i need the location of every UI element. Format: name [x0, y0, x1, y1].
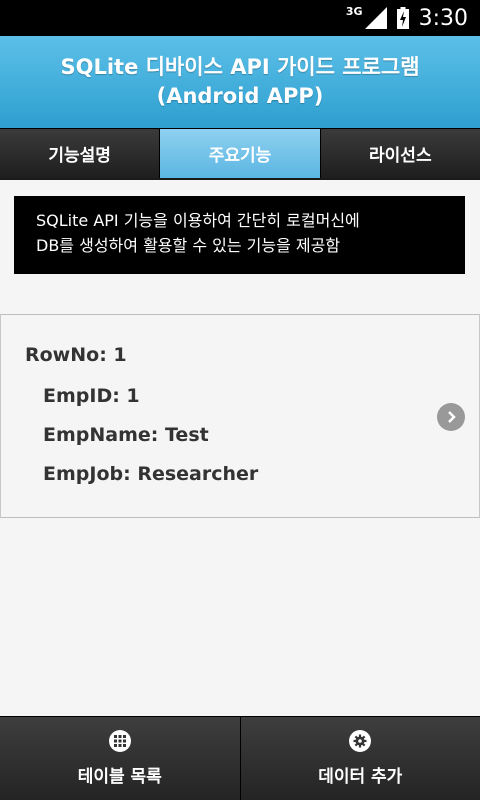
add-data-label: 데이터 추가	[318, 767, 403, 787]
tab-main-features[interactable]: 주요기능	[160, 129, 321, 178]
description-line-2: DB를 생성하여 활용할 수 있는 기능을 제공함	[36, 236, 341, 255]
tab-feature-description[interactable]: 기능설명	[0, 129, 161, 178]
app-header: SQLite 디바이스 API 가이드 프로그램 (Android APP)	[0, 36, 480, 128]
app-title: SQLite 디바이스 API 가이드 프로그램	[60, 55, 420, 79]
app-subtitle: (Android APP)	[156, 84, 324, 108]
grid-icon	[108, 730, 131, 752]
tab-license[interactable]: 라이선스	[320, 129, 480, 178]
status-icons: 3G 3:30	[346, 0, 468, 36]
network-type-label: 3G	[345, 4, 363, 18]
clock: 3:30	[418, 5, 468, 31]
emp-job: EmpJob: Researcher	[43, 463, 259, 485]
signal-icon	[364, 7, 387, 29]
gear-icon	[349, 730, 372, 752]
record-list-item[interactable]: RowNo: 1 EmpID: 1 EmpName: Test EmpJob: …	[0, 314, 480, 518]
description-line-1: SQLite API 기능을 이용하여 간단히 로컬머신에	[36, 211, 360, 230]
tab-bar: 기능설명 주요기능 라이선스	[0, 128, 480, 180]
emp-name: EmpName: Test	[43, 424, 209, 446]
battery-icon	[396, 7, 409, 29]
table-list-button[interactable]: 테이블 목록	[0, 717, 241, 800]
bottom-bar: 테이블 목록 데이터 추가	[0, 716, 480, 800]
add-data-button[interactable]: 데이터 추가	[240, 717, 480, 800]
emp-id: EmpID: 1	[43, 385, 140, 407]
table-list-label: 테이블 목록	[77, 767, 162, 787]
row-number: RowNo: 1	[25, 344, 127, 366]
chevron-right-icon[interactable]	[437, 403, 465, 431]
status-bar: 3G 3:30	[0, 0, 480, 36]
description-box: SQLite API 기능을 이용하여 간단히 로컬머신에 DB를 생성하여 활…	[14, 196, 465, 274]
